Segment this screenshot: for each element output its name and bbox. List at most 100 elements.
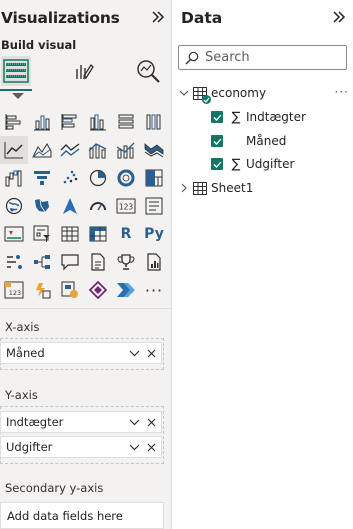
matrix-button[interactable] bbox=[84, 220, 112, 248]
powerbi-panes: Visualizations Build visual 123 R Py 123… bbox=[0, 0, 353, 529]
smart-narrative-button[interactable] bbox=[84, 248, 112, 276]
chevron-down-icon bbox=[129, 444, 139, 450]
card-new-button[interactable]: 123 bbox=[0, 276, 28, 304]
x-axis-title: X-axis bbox=[5, 320, 40, 334]
field-row-indtaegter[interactable]: ∑ Indtægter bbox=[211, 106, 351, 128]
field-remove-button[interactable] bbox=[144, 440, 158, 454]
funnel-chart-button[interactable] bbox=[28, 164, 56, 192]
area-chart-button[interactable] bbox=[28, 136, 56, 164]
field-dropdown-button[interactable] bbox=[127, 440, 141, 454]
format-visual-tab[interactable] bbox=[68, 56, 98, 86]
field-remove-button[interactable] bbox=[144, 415, 158, 429]
search-input[interactable] bbox=[205, 50, 335, 65]
slicer-button[interactable] bbox=[28, 220, 56, 248]
more-visuals-button[interactable]: ··· bbox=[140, 276, 168, 304]
checkbox-checked[interactable] bbox=[211, 135, 223, 147]
caret-down-icon bbox=[12, 93, 24, 99]
field-remove-button[interactable] bbox=[144, 346, 158, 360]
more-options-icon[interactable]: ··· bbox=[335, 85, 349, 99]
chevron-down-icon[interactable] bbox=[178, 87, 190, 99]
card-123-icon: 123 bbox=[116, 198, 136, 214]
line-chart-button[interactable] bbox=[0, 136, 28, 164]
card-button[interactable]: 123 bbox=[112, 192, 140, 220]
filled-map-button[interactable] bbox=[28, 192, 56, 220]
gauge-button[interactable] bbox=[84, 192, 112, 220]
y-axis-field-1[interactable]: Indtægter bbox=[0, 411, 162, 433]
clustered-column-chart-button[interactable] bbox=[84, 108, 112, 136]
azure-map-button[interactable] bbox=[56, 192, 84, 220]
selected-badge-icon bbox=[202, 95, 211, 104]
table-icon bbox=[192, 180, 208, 196]
x-axis-field-label: Måned bbox=[6, 346, 45, 360]
paginated-report-button[interactable] bbox=[140, 248, 168, 276]
line-clustered-column-chart-button[interactable] bbox=[84, 136, 112, 164]
y-axis-title: Y-axis bbox=[5, 388, 38, 402]
kpi-button[interactable] bbox=[0, 220, 28, 248]
goals-button[interactable] bbox=[112, 248, 140, 276]
stacked-bar-chart-button[interactable] bbox=[0, 108, 28, 136]
line-chart-icon bbox=[4, 142, 23, 159]
sigma-icon: ∑ bbox=[231, 109, 241, 125]
field-row-udgifter[interactable]: ∑ Udgifter bbox=[211, 153, 351, 175]
power-automate-flow-icon bbox=[117, 283, 135, 297]
treemap-button[interactable] bbox=[140, 164, 168, 192]
checkbox-checked[interactable] bbox=[211, 158, 223, 170]
format-brush-icon bbox=[76, 63, 94, 80]
y-axis-field-2[interactable]: Udgifter bbox=[0, 436, 162, 458]
pie-chart-button[interactable] bbox=[84, 164, 112, 192]
build-visual-label: Build visual bbox=[1, 38, 77, 52]
key-influencers-button[interactable] bbox=[0, 248, 28, 276]
line-stacked-column-chart-button[interactable] bbox=[112, 136, 140, 164]
chevron-right-icon[interactable] bbox=[178, 182, 190, 194]
table-row-economy[interactable]: economy ··· bbox=[178, 82, 351, 104]
smart-narrative-icon bbox=[91, 253, 105, 271]
multi-row-card-button[interactable] bbox=[140, 192, 168, 220]
field-dropdown-button[interactable] bbox=[127, 415, 141, 429]
chevron-down-icon bbox=[129, 419, 139, 425]
analytics-tab[interactable] bbox=[133, 56, 163, 86]
table-row-sheet1[interactable]: Sheet1 bbox=[178, 177, 351, 199]
power-apps-button[interactable] bbox=[56, 276, 84, 304]
stacked-area-icon bbox=[60, 143, 80, 157]
stacked-column-chart-button[interactable] bbox=[28, 108, 56, 136]
slicer-icon bbox=[33, 225, 50, 242]
build-visual-tab[interactable] bbox=[1, 56, 31, 86]
collapse-data-button[interactable] bbox=[330, 7, 348, 27]
secondary-y-axis-drop-zone[interactable]: Add data fields here bbox=[0, 502, 164, 529]
stacked-area-chart-button[interactable] bbox=[56, 136, 84, 164]
field-name: Måned bbox=[246, 134, 287, 148]
visualizations-title: Visualizations bbox=[1, 9, 120, 27]
x-axis-field[interactable]: Måned bbox=[0, 342, 162, 364]
svg-text:123: 123 bbox=[9, 289, 21, 297]
field-dropdown-button[interactable] bbox=[127, 346, 141, 360]
python-visual-button[interactable]: Py bbox=[140, 220, 168, 248]
100-stacked-bar-chart-button[interactable] bbox=[112, 108, 140, 136]
ribbon-chart-button[interactable] bbox=[140, 136, 168, 164]
qa-button[interactable] bbox=[56, 248, 84, 276]
clustered-bar-chart-button[interactable] bbox=[56, 108, 84, 136]
map-button[interactable] bbox=[0, 192, 28, 220]
line-and-column-icon bbox=[88, 143, 107, 159]
power-automate-button[interactable] bbox=[84, 276, 112, 304]
decomposition-tree-button[interactable] bbox=[28, 248, 56, 276]
power-automate-flow-button[interactable] bbox=[112, 276, 140, 304]
data-search-box[interactable] bbox=[178, 45, 347, 70]
full-stacked-column-icon bbox=[146, 114, 161, 130]
field-row-maaned[interactable]: Måned bbox=[211, 130, 351, 152]
r-visual-icon: R bbox=[120, 226, 132, 242]
qa-speech-bubble-icon bbox=[61, 254, 79, 271]
field-name: Indtægter bbox=[246, 110, 306, 124]
checkbox-checked[interactable] bbox=[211, 111, 223, 123]
table-visual-button[interactable] bbox=[56, 220, 84, 248]
scatter-chart-button[interactable] bbox=[56, 164, 84, 192]
collapse-visualizations-button[interactable] bbox=[149, 7, 167, 27]
card-new-icon: 123 bbox=[4, 281, 24, 299]
waterfall-chart-button[interactable] bbox=[0, 164, 28, 192]
secondary-y-axis-title: Secondary y-axis bbox=[5, 481, 104, 495]
button-slicer-icon bbox=[36, 283, 51, 299]
r-visual-button[interactable]: R bbox=[112, 220, 140, 248]
donut-chart-button[interactable] bbox=[112, 164, 140, 192]
100-stacked-column-chart-button[interactable] bbox=[140, 108, 168, 136]
button-slicer-button[interactable] bbox=[28, 276, 56, 304]
power-apps-icon bbox=[61, 281, 78, 298]
